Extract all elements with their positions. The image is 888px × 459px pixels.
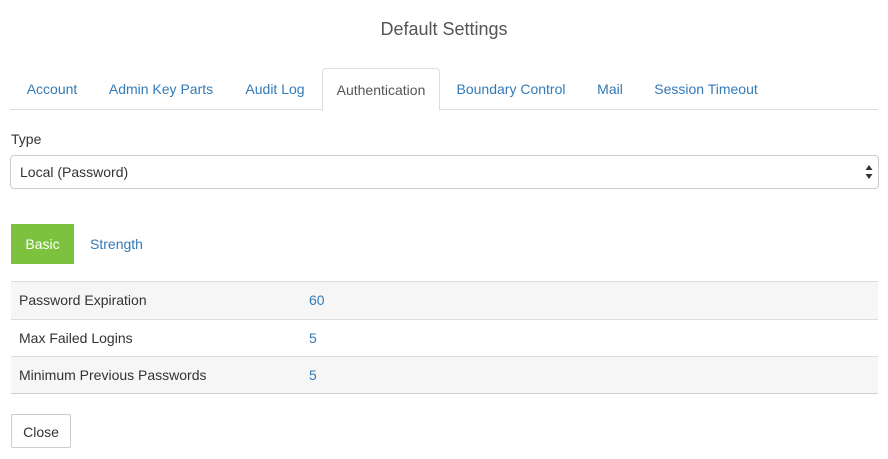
type-select-value: Local (Password) (20, 164, 129, 180)
setting-value-link[interactable]: 60 (309, 282, 325, 319)
tab-admin-key-parts[interactable]: Admin Key Parts (100, 68, 222, 110)
table-row: Password Expiration 60 (11, 282, 878, 319)
select-arrows-icon (865, 165, 873, 179)
settings-tabs: Account Admin Key Parts Audit Log Authen… (10, 68, 878, 111)
tab-audit-log[interactable]: Audit Log (232, 68, 318, 110)
tab-session-timeout[interactable]: Session Timeout (644, 68, 768, 110)
setting-value-link[interactable]: 5 (309, 320, 317, 357)
setting-label: Max Failed Logins (19, 330, 133, 346)
tab-mail[interactable]: Mail (586, 68, 634, 110)
table-row: Max Failed Logins 5 (11, 319, 878, 356)
setting-label: Password Expiration (19, 292, 147, 308)
tab-authentication[interactable]: Authentication (322, 68, 440, 111)
setting-value-link[interactable]: 5 (309, 357, 317, 394)
close-button[interactable]: Close (11, 414, 71, 448)
subtab-basic[interactable]: Basic (11, 224, 74, 264)
setting-label: Minimum Previous Passwords (19, 367, 207, 383)
subtab-strength[interactable]: Strength (81, 224, 152, 264)
settings-table: Password Expiration 60 Max Failed Logins… (11, 281, 878, 394)
tab-account[interactable]: Account (10, 68, 94, 110)
type-select[interactable]: Local (Password) (10, 155, 879, 189)
type-label: Type (11, 131, 42, 147)
tab-boundary-control[interactable]: Boundary Control (446, 68, 576, 110)
dialog-title: Default Settings (380, 19, 508, 39)
table-row: Minimum Previous Passwords 5 (11, 356, 878, 393)
